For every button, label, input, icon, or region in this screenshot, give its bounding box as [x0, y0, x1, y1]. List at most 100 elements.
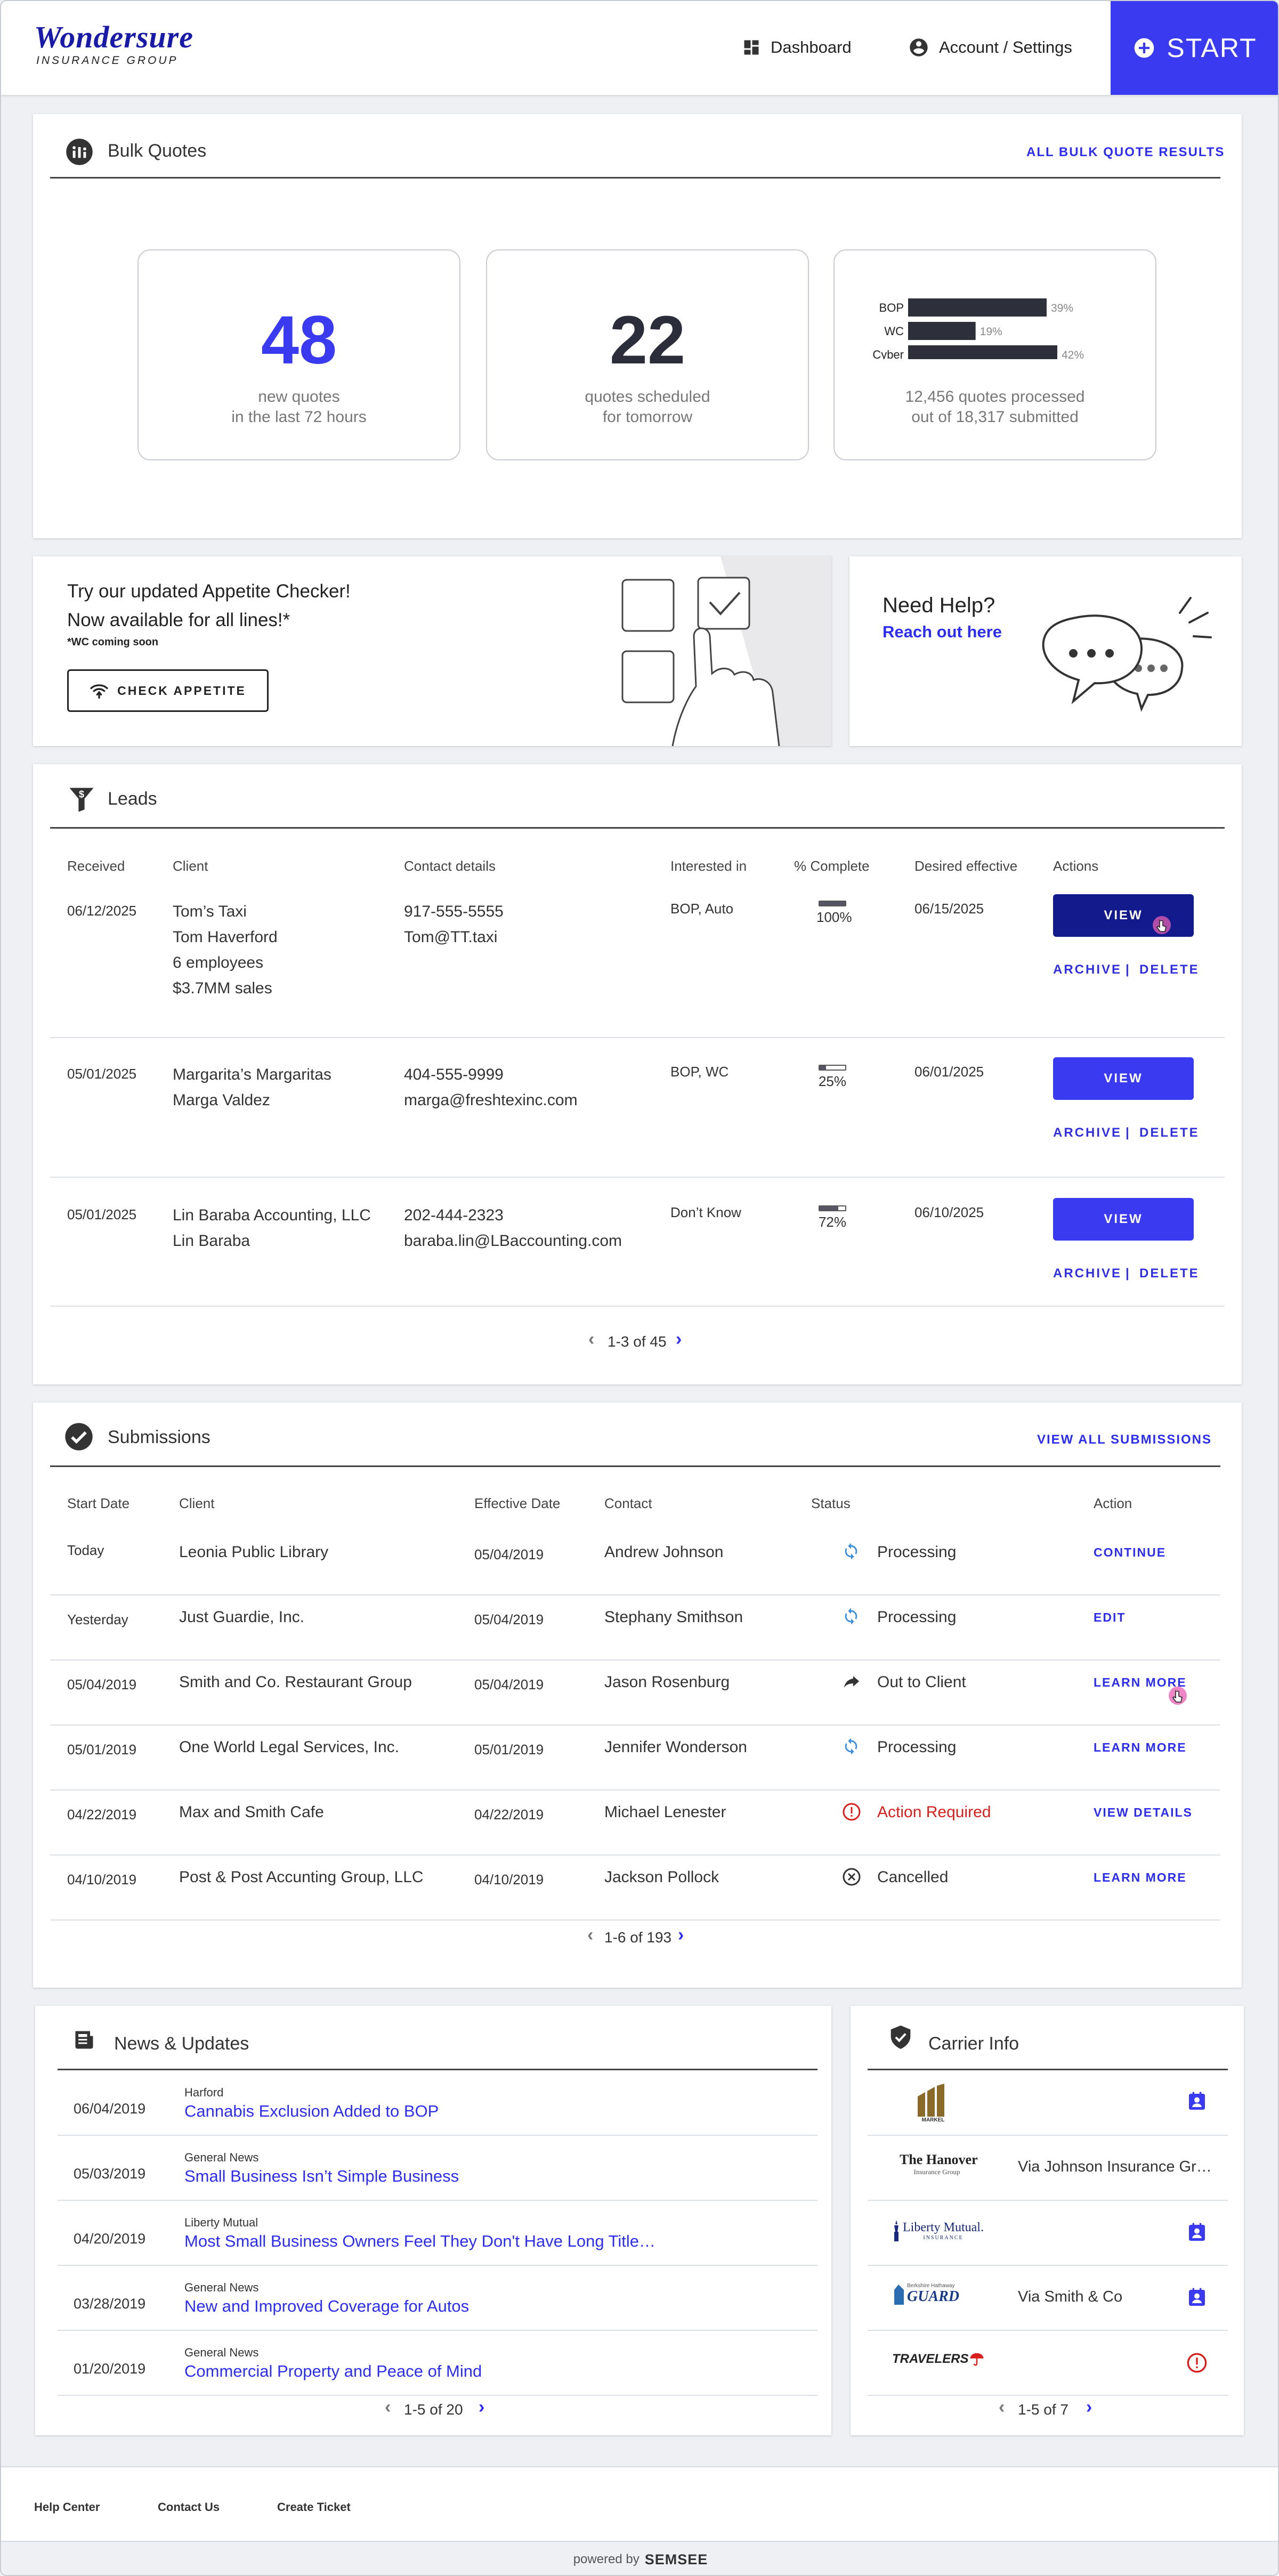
carrier-row[interactable]: MARKEL: [868, 2072, 1228, 2136]
archive-link[interactable]: ARCHIVE: [1053, 1266, 1122, 1281]
powered-by-bar: powered by SEMSEE: [1, 2541, 1278, 2575]
contact-card-icon[interactable]: [1186, 2287, 1208, 2308]
carrier-row[interactable]: Liberty Mutual. INSURANCE: [868, 2201, 1228, 2266]
contact-us-link[interactable]: Contact Us: [158, 2500, 220, 2514]
news-item[interactable]: 03/28/2019 General News New and Improved C…: [58, 2266, 817, 2331]
submission-status: Processing: [877, 1608, 957, 1626]
carrier-row[interactable]: Berkshire Hathaway GUARD Via Smith & Co: [868, 2266, 1228, 2331]
checklist-illustration: [621, 556, 831, 746]
pager-prev-icon[interactable]: ‹: [999, 2397, 1005, 2418]
pager-next-icon[interactable]: ›: [479, 2397, 484, 2418]
check-circle-icon: [65, 1423, 93, 1451]
submission-row: Yesterday Just Guardie, Inc. 05/04/2019 Ste…: [50, 1595, 1220, 1660]
bar-category-label: BOP: [879, 301, 904, 314]
brand-logo[interactable]: Wondersure INSURANCE GROUP: [34, 21, 193, 67]
delete-link[interactable]: DELETE: [1139, 1266, 1200, 1281]
pager-prev-icon[interactable]: ‹: [587, 1925, 593, 1946]
col-effective: Desired effective: [914, 858, 1018, 874]
lead-percent: 72%: [818, 1214, 847, 1230]
help-center-link[interactable]: Help Center: [34, 2500, 100, 2514]
view-all-submissions-link[interactable]: VIEW ALL SUBMISSIONS: [1037, 1432, 1212, 1447]
lead-received: 05/01/2025: [67, 1206, 137, 1222]
news-headline-link[interactable]: New and Improved Coverage for Autos: [184, 2297, 469, 2316]
submission-start-date: 05/01/2019: [67, 1741, 137, 1757]
news-item[interactable]: 04/20/2019 Liberty Mutual Most Small Busin…: [58, 2201, 817, 2266]
submission-row: 04/22/2019 Max and Smith Cafe 04/22/2019 Mi…: [50, 1791, 1220, 1856]
pager-next-icon[interactable]: ›: [678, 1925, 684, 1946]
news-source: Harford: [184, 2086, 224, 2099]
stat-card-scheduled: 22 quotes scheduled for tomorrow: [486, 249, 809, 460]
col-complete: % Complete: [794, 858, 870, 874]
news-item[interactable]: 06/04/2019 Harford Cannabis Exclusion Adde…: [58, 2071, 817, 2136]
scheduled-label-2: for tomorrow: [602, 408, 693, 426]
carrier-row[interactable]: The Hanover Insurance Group Via Johnson …: [868, 2136, 1228, 2201]
refresh-icon: [842, 1542, 860, 1563]
lead-effective: 06/10/2025: [914, 1204, 984, 1220]
submission-row: 04/10/2019 Post & Post Accunting Group, L…: [50, 1856, 1220, 1921]
umbrella-icon: [970, 2353, 984, 2366]
contact-card-icon[interactable]: [1186, 2091, 1208, 2112]
check-appetite-button[interactable]: CHECK APPETITE: [67, 669, 269, 712]
news-headline-link[interactable]: Most Small Business Owners Feel They Don…: [184, 2232, 655, 2251]
leads-card: $ Leads Received Client Contact details …: [33, 764, 1242, 1384]
carrier-row[interactable]: TRAVELERS: [868, 2331, 1228, 2396]
lead-phone: 917-555-5555: [404, 903, 504, 920]
archive-link[interactable]: ARCHIVE: [1053, 962, 1122, 977]
news-headline-link[interactable]: Cannabis Exclusion Added to BOP: [184, 2102, 439, 2121]
bar: [908, 322, 976, 340]
col-client: Client: [179, 1495, 215, 1511]
submission-contact: Jackson Pollock: [604, 1868, 719, 1886]
news-headline-link[interactable]: Small Business Isn’t Simple Business: [184, 2167, 459, 2186]
delete-link[interactable]: DELETE: [1139, 1125, 1200, 1140]
appetite-checker-card: Try our updated Appetite Checker! Now av…: [33, 556, 831, 746]
pager-prev-icon[interactable]: ‹: [588, 1329, 594, 1350]
contact-card-icon[interactable]: [1186, 2222, 1208, 2243]
view-lead-button[interactable]: VIEW: [1053, 1198, 1194, 1241]
news-item[interactable]: 01/20/2019 General News Commercial Propert…: [58, 2331, 817, 2396]
submission-contact: Michael Lenester: [604, 1803, 726, 1821]
start-label: START: [1167, 33, 1257, 63]
alert-icon[interactable]: [1186, 2352, 1208, 2374]
hanover-logo: The Hanover Insurance Group: [900, 2152, 978, 2176]
news-source: General News: [184, 2151, 259, 2164]
leads-title: Leads: [108, 789, 157, 809]
submission-status: Processing: [877, 1738, 957, 1756]
create-ticket-link[interactable]: Create Ticket: [277, 2500, 351, 2514]
processed-label-2: out of 18,317 submitted: [911, 408, 1079, 426]
pager-prev-icon[interactable]: ‹: [385, 2397, 391, 2418]
new-quotes-label-2: in the last 72 hours: [231, 408, 367, 426]
lead-client-line: $3.7MM sales: [173, 979, 272, 997]
carriers-pager: 1-5 of 7: [1018, 2401, 1068, 2418]
bulk-quotes-icon: [66, 139, 93, 165]
news-item[interactable]: 05/03/2019 General News Small Business Isn…: [58, 2136, 817, 2201]
submission-effective-date: 05/04/2019: [474, 1546, 544, 1562]
delete-link[interactable]: DELETE: [1139, 962, 1200, 977]
view-lead-button[interactable]: VIEW: [1053, 894, 1194, 937]
submission-client: Post & Post Accunting Group, LLC: [179, 1868, 424, 1886]
lead-client-line: Tom’s Taxi: [173, 903, 247, 920]
lead-interested: Don’t Know: [670, 1204, 741, 1220]
nav-account-settings[interactable]: Account / Settings: [908, 34, 1072, 61]
pager-next-icon[interactable]: ›: [1086, 2397, 1092, 2418]
start-button[interactable]: START: [1111, 1, 1278, 95]
news-pager: 1-5 of 20: [404, 2401, 463, 2418]
cancel-circle-icon: [842, 1867, 861, 1889]
submission-effective-date: 04/22/2019: [474, 1807, 544, 1822]
submission-action-link[interactable]: EDIT: [1094, 1610, 1126, 1625]
pager-next-icon[interactable]: ›: [676, 1329, 682, 1350]
submission-start-date: 05/04/2019: [67, 1676, 137, 1692]
travelers-logo: TRAVELERS: [892, 2351, 985, 2367]
archive-link[interactable]: ARCHIVE: [1053, 1125, 1122, 1140]
submission-action-link[interactable]: CONTINUE: [1094, 1545, 1166, 1560]
reach-out-link[interactable]: Reach out here: [883, 622, 1002, 642]
all-bulk-quote-results-link[interactable]: ALL BULK QUOTE RESULTS: [1026, 145, 1225, 160]
submission-action-link[interactable]: VIEW DETAILS: [1094, 1805, 1193, 1820]
nav-dashboard[interactable]: Dashboard: [742, 34, 852, 61]
news-headline-link[interactable]: Commercial Property and Peace of Mind: [184, 2362, 482, 2381]
brand-tagline: INSURANCE GROUP: [36, 54, 179, 67]
lead-effective: 06/01/2025: [914, 1064, 984, 1080]
submission-action-link[interactable]: LEARN MORE: [1094, 1870, 1187, 1885]
lead-email: baraba.lin@LBaccounting.com: [404, 1232, 622, 1250]
submission-action-link[interactable]: LEARN MORE: [1094, 1740, 1187, 1755]
view-lead-button[interactable]: VIEW: [1053, 1057, 1194, 1100]
